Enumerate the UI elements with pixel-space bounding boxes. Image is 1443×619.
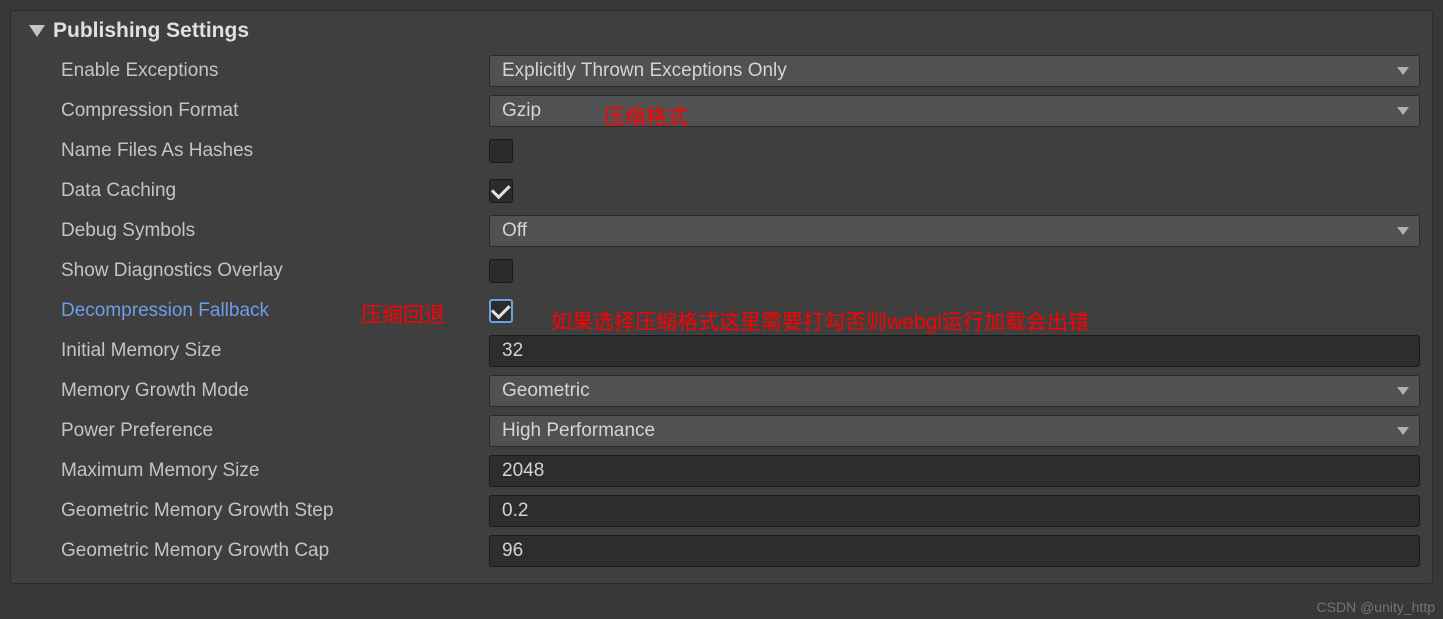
label-initial-memory-size: Initial Memory Size	[11, 340, 489, 362]
chevron-down-icon	[1397, 427, 1409, 435]
chevron-down-icon	[1397, 387, 1409, 395]
label-geometric-growth-step: Geometric Memory Growth Step	[11, 500, 489, 522]
row-enable-exceptions: Enable Exceptions Explicitly Thrown Exce…	[11, 51, 1432, 91]
row-compression-format: Compression Format Gzip 压缩格式	[11, 91, 1432, 131]
dropdown-memory-growth-mode[interactable]: Geometric	[489, 375, 1420, 407]
row-debug-symbols: Debug Symbols Off	[11, 211, 1432, 251]
checkbox-name-files-hashes[interactable]	[489, 139, 513, 163]
dropdown-value: Explicitly Thrown Exceptions Only	[502, 60, 787, 82]
row-name-files-hashes: Name Files As Hashes	[11, 131, 1432, 171]
dropdown-value: High Performance	[502, 420, 655, 442]
chevron-down-icon	[1397, 107, 1409, 115]
row-max-memory-size: Maximum Memory Size	[11, 451, 1432, 491]
input-geometric-growth-step[interactable]	[489, 495, 1420, 527]
label-power-preference: Power Preference	[11, 420, 489, 442]
dropdown-debug-symbols[interactable]: Off	[489, 215, 1420, 247]
label-data-caching: Data Caching	[11, 180, 489, 202]
checkbox-data-caching[interactable]	[489, 179, 513, 203]
chevron-down-icon	[1397, 67, 1409, 75]
row-data-caching: Data Caching	[11, 171, 1432, 211]
label-decompression-fallback: Decompression Fallback	[11, 300, 489, 322]
row-power-preference: Power Preference High Performance	[11, 411, 1432, 451]
row-show-diagnostics: Show Diagnostics Overlay	[11, 251, 1432, 291]
checkbox-decompression-fallback[interactable]	[489, 299, 513, 323]
label-max-memory-size: Maximum Memory Size	[11, 460, 489, 482]
input-max-memory-size[interactable]	[489, 455, 1420, 487]
input-geometric-growth-cap[interactable]	[489, 535, 1420, 567]
label-name-files-hashes: Name Files As Hashes	[11, 140, 489, 162]
row-decompression-fallback: Decompression Fallback 压缩回退 如果选择压缩格式这里需要…	[11, 291, 1432, 331]
dropdown-power-preference[interactable]: High Performance	[489, 415, 1420, 447]
row-memory-growth-mode: Memory Growth Mode Geometric	[11, 371, 1432, 411]
label-enable-exceptions: Enable Exceptions	[11, 60, 489, 82]
label-memory-growth-mode: Memory Growth Mode	[11, 380, 489, 402]
chevron-down-icon	[1397, 227, 1409, 235]
watermark: CSDN @unity_http	[1317, 599, 1435, 615]
label-debug-symbols: Debug Symbols	[11, 220, 489, 242]
publishing-settings-panel: Publishing Settings Enable Exceptions Ex…	[10, 10, 1433, 584]
input-initial-memory-size[interactable]	[489, 335, 1420, 367]
section-header[interactable]: Publishing Settings	[11, 11, 1432, 51]
dropdown-value: Gzip	[502, 100, 541, 122]
dropdown-value: Off	[502, 220, 527, 242]
row-geometric-growth-cap: Geometric Memory Growth Cap	[11, 531, 1432, 571]
section-title: Publishing Settings	[53, 19, 249, 43]
dropdown-compression-format[interactable]: Gzip	[489, 95, 1420, 127]
expand-icon	[29, 25, 45, 37]
row-geometric-growth-step: Geometric Memory Growth Step	[11, 491, 1432, 531]
label-show-diagnostics: Show Diagnostics Overlay	[11, 260, 489, 282]
checkbox-show-diagnostics[interactable]	[489, 259, 513, 283]
label-geometric-growth-cap: Geometric Memory Growth Cap	[11, 540, 489, 562]
row-initial-memory-size: Initial Memory Size	[11, 331, 1432, 371]
dropdown-value: Geometric	[502, 380, 590, 402]
dropdown-enable-exceptions[interactable]: Explicitly Thrown Exceptions Only	[489, 55, 1420, 87]
label-compression-format: Compression Format	[11, 100, 489, 122]
